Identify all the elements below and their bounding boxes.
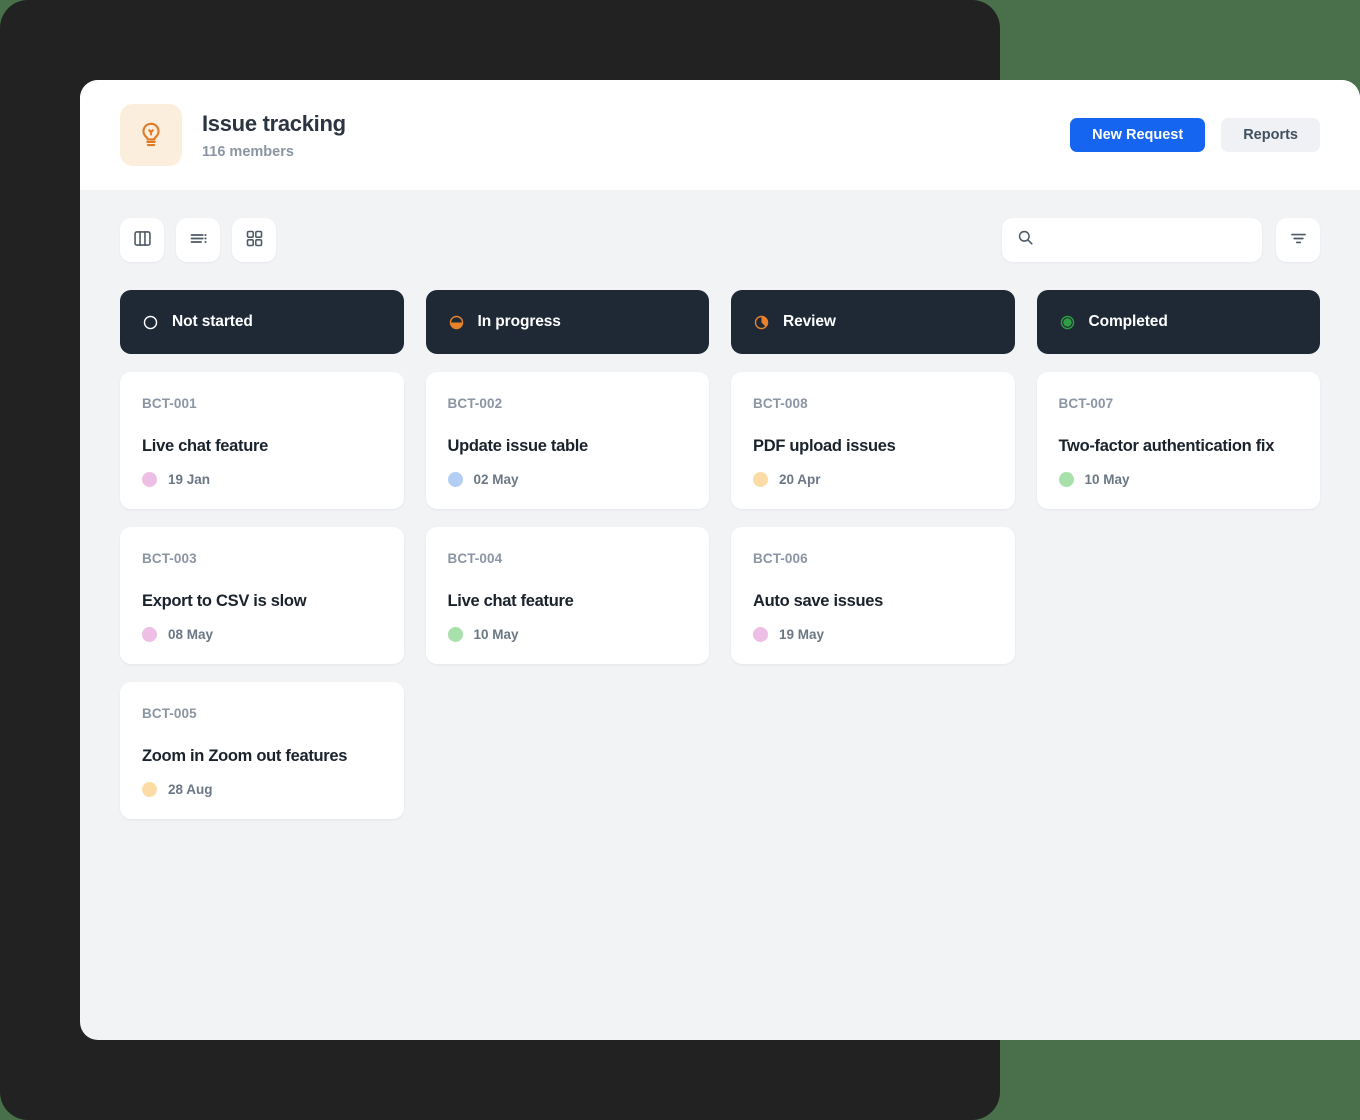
issue-meta: 10 May <box>1058 472 1299 487</box>
board-view-icon <box>132 228 153 252</box>
toolbar <box>80 190 1360 290</box>
column-header-completed[interactable]: Completed <box>1036 290 1320 354</box>
issue-title: Export to CSV is slow <box>142 592 307 610</box>
issue-card[interactable]: BCT-002 Update issue table 02 May <box>425 372 709 509</box>
issue-label-dot <box>142 472 157 487</box>
view-toggle-group <box>120 218 276 262</box>
issue-date: 08 May <box>168 627 214 642</box>
grid-view-button[interactable] <box>232 218 276 262</box>
grid-view-icon <box>244 228 265 252</box>
issue-meta: 08 May <box>142 627 382 642</box>
issue-label-dot <box>142 782 157 797</box>
issue-id: BCT-001 <box>142 396 197 411</box>
issue-card[interactable]: BCT-004 Live chat feature 10 May <box>425 527 709 664</box>
circle-pie-filled-icon <box>753 314 770 331</box>
issue-title: Live chat feature <box>142 437 269 455</box>
issue-date: 10 May <box>1084 472 1130 487</box>
column-in-progress: In progress BCT-002 Update issue table 02 M… <box>425 290 709 664</box>
issue-date: 02 May <box>473 472 519 487</box>
issue-id: BCT-004 <box>447 551 503 566</box>
issue-title: Auto save issues <box>753 592 884 610</box>
circle-half-filled-icon <box>448 314 465 331</box>
column-review: Review BCT-008 PDF upload issues 20 Apr BCT-… <box>731 290 1015 664</box>
reports-button[interactable]: Reports <box>1221 118 1320 152</box>
issue-meta: 19 Jan <box>142 472 382 487</box>
header-actions: New Request Reports <box>1070 118 1320 152</box>
column-completed: Completed BCT-007 Two-factor authenticatio… <box>1036 290 1320 509</box>
issue-label-dot <box>447 472 463 487</box>
issue-title: Update issue table <box>447 437 589 455</box>
circle-solid-icon <box>1059 314 1076 331</box>
filter-button[interactable] <box>1276 218 1320 262</box>
issue-title: Two-factor authentication fix <box>1058 437 1275 455</box>
issue-meta: 19 May <box>753 627 993 642</box>
issue-meta: 10 May <box>447 627 688 642</box>
list-view-icon <box>188 228 209 252</box>
new-request-button[interactable]: New Request <box>1070 118 1206 152</box>
search-box[interactable] <box>1002 218 1262 262</box>
brand: Issue tracking 116 members <box>120 104 346 166</box>
app-window: Issue tracking 116 members New Request R… <box>80 80 1360 1040</box>
issue-id: BCT-005 <box>142 706 197 721</box>
issue-date: 10 May <box>473 627 519 642</box>
issue-date: 19 May <box>779 627 825 642</box>
column-title: Not started <box>172 313 253 330</box>
issue-card[interactable]: BCT-007 Two-factor authentication fix 10 M… <box>1036 372 1320 509</box>
issue-id: BCT-003 <box>142 551 197 566</box>
issue-label-dot <box>447 627 463 642</box>
column-header-not-started[interactable]: Not started <box>120 290 404 354</box>
board-view-button[interactable] <box>120 218 164 262</box>
issue-label-dot <box>1058 472 1074 487</box>
column-header-review[interactable]: Review <box>731 290 1015 354</box>
toolbar-right <box>1002 218 1320 262</box>
issue-date: 20 Apr <box>779 472 821 487</box>
page-title: Issue tracking <box>202 110 346 136</box>
issue-meta: 28 Aug <box>142 782 382 797</box>
kanban-board: Not started BCT-001 Live chat feature 19 Ja… <box>80 290 1360 1040</box>
app-header: Issue tracking 116 members New Request R… <box>80 80 1360 190</box>
issue-meta: 20 Apr <box>753 472 993 487</box>
issue-card[interactable]: BCT-006 Auto save issues 19 May <box>731 527 1015 664</box>
issue-card[interactable]: BCT-003 Export to CSV is slow 08 May <box>120 527 404 664</box>
issue-label-dot <box>142 627 157 642</box>
issue-title: PDF upload issues <box>753 437 896 455</box>
column-title: Review <box>783 313 836 330</box>
issue-title: Live chat feature <box>447 592 574 610</box>
issue-meta: 02 May <box>447 472 688 487</box>
issue-card[interactable]: BCT-008 PDF upload issues 20 Apr <box>731 372 1015 509</box>
issue-date: 28 Aug <box>168 782 213 797</box>
issue-label-dot <box>753 472 768 487</box>
issue-id: BCT-007 <box>1058 396 1114 411</box>
column-header-in-progress[interactable]: In progress <box>425 290 709 354</box>
filter-icon <box>1288 228 1309 252</box>
issue-date: 19 Jan <box>168 472 211 487</box>
search-input[interactable] <box>1045 218 1248 262</box>
issue-id: BCT-002 <box>447 396 503 411</box>
circle-empty-icon <box>142 314 159 331</box>
issue-card[interactable]: BCT-001 Live chat feature 19 Jan <box>120 372 404 509</box>
column-not-started: Not started BCT-001 Live chat feature 19 Ja… <box>120 290 404 819</box>
members-count: 116 members <box>202 143 294 160</box>
column-title: Completed <box>1088 313 1168 330</box>
list-view-button[interactable] <box>176 218 220 262</box>
search-icon <box>1016 228 1035 252</box>
column-title: In progress <box>477 313 561 330</box>
issue-title: Zoom in Zoom out features <box>142 747 348 765</box>
issue-label-dot <box>753 627 768 642</box>
lightbulb-icon <box>120 104 182 166</box>
issue-id: BCT-008 <box>753 396 808 411</box>
issue-id: BCT-006 <box>753 551 808 566</box>
issue-card[interactable]: BCT-005 Zoom in Zoom out features 28 Aug <box>120 682 404 819</box>
